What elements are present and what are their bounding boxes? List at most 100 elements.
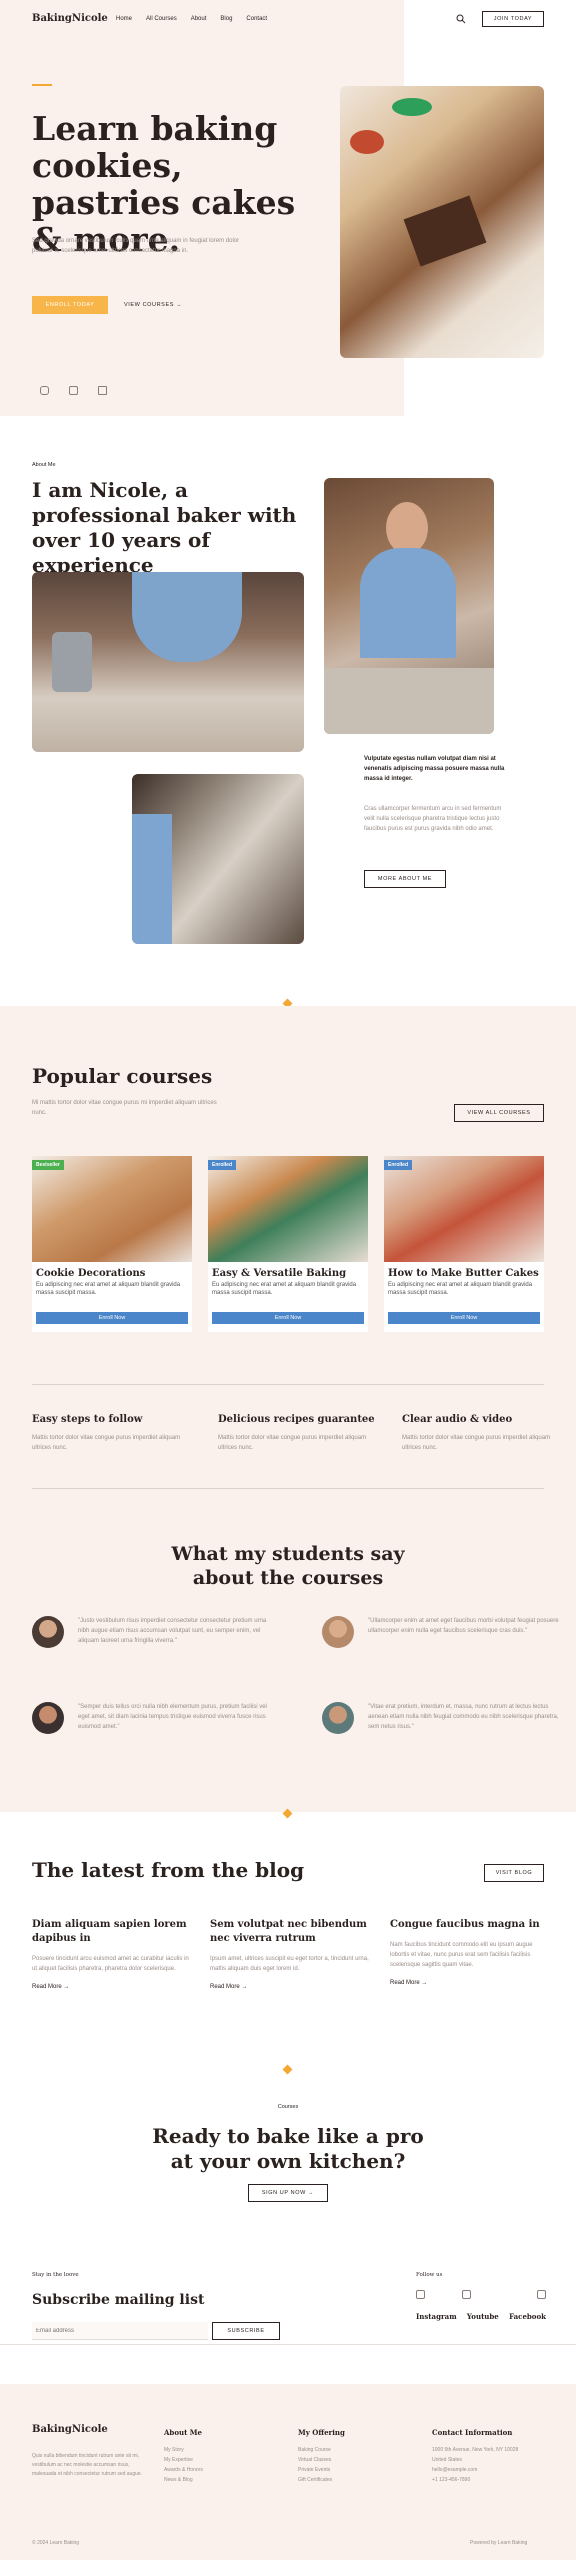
testimonial-text: "Semper duis tellus orci nulla nibh elem…: [78, 1704, 267, 1730]
read-more-link[interactable]: Read More →: [210, 1984, 370, 1990]
nav-contact[interactable]: Contact: [246, 16, 267, 22]
course-badge: Enrolled: [208, 1160, 237, 1170]
footer-email[interactable]: hello@example.com: [432, 2465, 550, 2475]
avatar: [32, 1702, 64, 1734]
more-about-me-button[interactable]: MORE ABOUT ME: [364, 870, 446, 888]
blog-post[interactable]: Sem volutpat nec bibendum nec viverra ru…: [210, 1918, 370, 1990]
course-badge: Bestseller: [32, 1160, 64, 1170]
search-icon[interactable]: [456, 14, 466, 24]
divider: [32, 1384, 544, 1385]
footer-link[interactable]: Awards & Honors: [164, 2465, 274, 2475]
site-logo[interactable]: BakingNicole: [32, 13, 108, 24]
feature-text: Mattis tortor dolor vitae congue purus i…: [218, 1435, 367, 1451]
newsletter-title: Subscribe mailing list: [32, 2292, 205, 2308]
post-title[interactable]: Sem volutpat nec bibendum nec viverra ru…: [210, 1918, 370, 1946]
testimonial: "Vitae erat pretium, interdum et, massa,…: [322, 1702, 562, 1734]
main-nav: Home All Courses About Blog Contact: [116, 16, 267, 22]
read-more-link[interactable]: Read More →: [32, 1984, 192, 1990]
course-card[interactable]: Enrolled How to Make Butter Cakes Eu adi…: [384, 1156, 544, 1332]
footer-phone[interactable]: +1 123-456-7890: [432, 2475, 550, 2485]
course-card[interactable]: Enrolled Easy & Versatile Baking Eu adip…: [208, 1156, 368, 1332]
facebook-icon[interactable]: [537, 2290, 546, 2299]
footer-link[interactable]: Virtual Classes: [298, 2455, 408, 2465]
footer-col-title: Contact Information: [432, 2428, 513, 2437]
feature-item: Easy steps to follow Mattis tortor dolor…: [32, 1414, 192, 1453]
instagram-icon[interactable]: [40, 386, 49, 395]
copyright: © 2024 Learn Baking: [32, 2540, 80, 2546]
enroll-now-button[interactable]: Enroll Now: [212, 1312, 364, 1324]
cta-title: Ready to bake like a pro at your own kit…: [152, 2124, 424, 2173]
testimonials-title: What my students say about the courses: [171, 1543, 405, 1589]
footer-link[interactable]: My Expertise: [164, 2455, 274, 2465]
courses-background: [0, 1006, 576, 1812]
footer-logo[interactable]: BakingNicole: [32, 2424, 108, 2435]
subscribe-button[interactable]: SUBSCRIBE: [212, 2322, 280, 2340]
view-all-courses-button[interactable]: VIEW ALL COURSES: [454, 1104, 544, 1122]
footer-link[interactable]: News & Blog: [164, 2475, 274, 2485]
footer-about-text: Quis nulla bibendum tincidunt rutrum ant…: [32, 2453, 143, 2477]
footer-link[interactable]: Baking Course: [298, 2445, 408, 2455]
testimonial-text: "Ullamcorper enim at amet eget faucibus …: [368, 1618, 559, 1634]
course-title: How to Make Butter Cakes: [388, 1268, 539, 1279]
facebook-link[interactable]: Facebook: [509, 2312, 546, 2321]
testimonial: "Justo vestibulum risus imperdiet consec…: [32, 1616, 272, 1648]
about-photo-portrait: [324, 478, 494, 734]
feature-text: Mattis tortor dolor vitae congue purus i…: [32, 1435, 181, 1451]
course-badge: Enrolled: [384, 1160, 413, 1170]
site-header: BakingNicole Home All Courses About Blog…: [0, 0, 576, 40]
divider: [0, 2344, 576, 2345]
avatar: [322, 1702, 354, 1734]
newsletter-eyebrow: Stay in the loove: [32, 2272, 79, 2278]
avatar: [32, 1616, 64, 1648]
blog-post[interactable]: Congue faucibus magna in Nam faucibus ti…: [390, 1918, 550, 1986]
arrow-right-icon: →: [176, 302, 183, 308]
avatar: [322, 1616, 354, 1648]
youtube-icon[interactable]: [461, 2290, 471, 2299]
join-today-button[interactable]: JOIN TODAY: [482, 11, 544, 27]
youtube-link[interactable]: Youtube: [467, 2312, 499, 2321]
blog-post[interactable]: Diam aliquam sapien lorem dapibus in Pos…: [32, 1918, 192, 1990]
instagram-link[interactable]: Instagram: [416, 2312, 457, 2321]
hero-accent-bar: [32, 84, 52, 86]
post-title[interactable]: Diam aliquam sapien lorem dapibus in: [32, 1918, 192, 1946]
feature-text: Mattis tortor dolor vitae congue purus i…: [402, 1435, 551, 1451]
enroll-now-button[interactable]: Enroll Now: [388, 1312, 540, 1324]
youtube-icon[interactable]: [69, 386, 78, 395]
instagram-icon[interactable]: [416, 2290, 425, 2299]
hero-socials: [40, 386, 107, 395]
footer-col-about: About Me My Story My Expertise Awards & …: [164, 2428, 274, 2485]
nav-blog[interactable]: Blog: [220, 16, 232, 22]
sign-up-button[interactable]: SIGN UP NOW →: [248, 2184, 328, 2202]
section-divider-diamond: [282, 2064, 293, 2075]
email-input[interactable]: [32, 2322, 208, 2340]
footer-link[interactable]: Gift Certificates: [298, 2475, 408, 2485]
feature-item: Delicious recipes guarantee Mattis torto…: [218, 1414, 378, 1453]
nav-all-courses[interactable]: All Courses: [146, 16, 177, 22]
post-excerpt: Ipsum amet, ultrices suscipit eu eget to…: [210, 1956, 369, 1972]
post-title[interactable]: Congue faucibus magna in: [390, 1918, 550, 1932]
nav-about[interactable]: About: [191, 16, 207, 22]
about-bold-text: Vulputate egestas nullam volutpat diam n…: [364, 756, 505, 782]
facebook-icon[interactable]: [98, 386, 107, 395]
post-excerpt: Posuere tincidunt arcu euismod amet ac c…: [32, 1956, 189, 1972]
nav-home[interactable]: Home: [116, 16, 132, 22]
feature-title: Easy steps to follow: [32, 1414, 143, 1425]
about-photo-hands: [32, 572, 304, 752]
blog-title: The latest from the blog: [32, 1858, 305, 1882]
courses-subtitle: Mi mattis tortor dolor vitae congue puru…: [32, 1100, 217, 1116]
view-courses-link[interactable]: VIEW COURSES →: [124, 302, 182, 308]
visit-blog-button[interactable]: VISIT BLOG: [484, 1864, 544, 1882]
footer-col-offering: My Offering Baking Course Virtual Classe…: [298, 2428, 408, 2485]
enroll-now-button[interactable]: Enroll Now: [36, 1312, 188, 1324]
footer-link[interactable]: Private Events: [298, 2465, 408, 2475]
testimonial-text: "Vitae erat pretium, interdum et, massa,…: [368, 1704, 559, 1730]
post-excerpt: Nam faucibus tincidunt commodo elit eu i…: [390, 1942, 533, 1968]
read-more-link[interactable]: Read More →: [390, 1980, 550, 1986]
footer-country: United States: [432, 2457, 463, 2463]
footer-link[interactable]: My Story: [164, 2445, 274, 2455]
follow-us-label: Follow us: [416, 2272, 443, 2278]
course-card[interactable]: Bestseller Cookie Decorations Eu adipisc…: [32, 1156, 192, 1332]
footer-address: 1000 5th Avenue, New York, NY 10028: [432, 2447, 519, 2453]
enroll-today-button[interactable]: ENROLL TODAY: [32, 296, 108, 314]
cta-eyebrow: Courses: [277, 2104, 299, 2110]
